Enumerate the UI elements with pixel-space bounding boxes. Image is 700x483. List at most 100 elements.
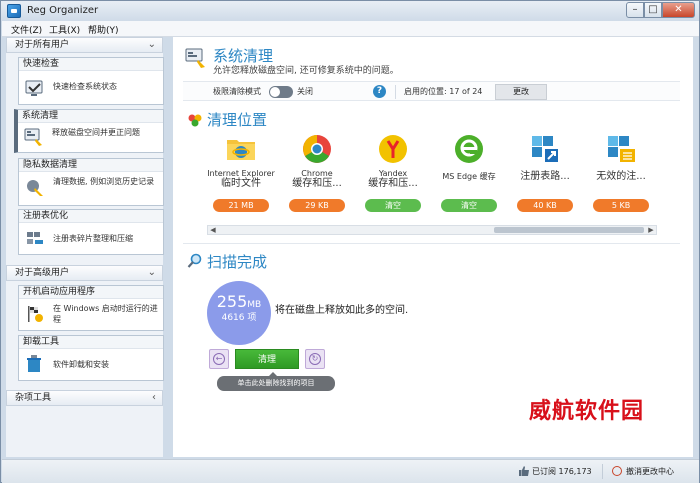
result-size: 255MB	[216, 292, 262, 311]
scroll-right-icon[interactable]: ▶	[646, 226, 656, 234]
chevron-down-icon: ⌄	[147, 39, 156, 50]
scroll-left-icon[interactable]: ◀	[208, 226, 218, 234]
sidebar-item-desc: 软件卸载和安装	[53, 360, 109, 369]
enabled-locations-label: 启用的位置: 17 of 24	[404, 87, 483, 96]
monitor-check-icon	[25, 80, 43, 96]
minimize-button[interactable]: –	[626, 2, 644, 18]
title-bar[interactable]: Reg Organizer – □ ✕	[1, 1, 699, 21]
location-registry-paths[interactable]: 注册表路... 40 KB	[507, 133, 583, 223]
sidebar-section-misc[interactable]: 杂项工具 ‹	[6, 390, 163, 406]
back-button[interactable]: ←	[209, 349, 229, 369]
location-line2: 注册表路...	[520, 171, 570, 182]
location-size-badge: 40 KB	[517, 199, 573, 212]
toggle-knob	[270, 87, 280, 97]
menu-help[interactable]: 帮助(Y)	[88, 23, 119, 36]
ms-edge-icon	[455, 135, 483, 163]
arrow-left-icon: ←	[213, 353, 225, 365]
chevron-down-icon: ⌄	[147, 267, 156, 278]
sidebar-item-desc: 释放磁盘空间并更正问题	[52, 128, 140, 137]
maximize-button[interactable]: □	[644, 2, 662, 18]
location-line2: 缓存和压...	[292, 178, 342, 189]
app-logo-icon	[7, 4, 21, 18]
section-label: 杂项工具	[15, 393, 52, 403]
sidebar-item-desc: 快速检查系统状态	[53, 82, 117, 91]
cleaning-toolbar: 极限清除模式 关闭 ? 启用的位置: 17 of 24 更改	[183, 81, 680, 101]
registry-grid-icon	[608, 136, 635, 162]
location-size-badge: 29 KB	[289, 199, 345, 212]
privacy-broom-icon	[27, 180, 43, 196]
location-yandex[interactable]: Yandex 缓存和压... 清空	[355, 133, 431, 223]
refresh-icon: ↻	[309, 353, 321, 365]
location-invalid-registry[interactable]: 无效的注... 5 KB	[583, 133, 659, 223]
location-size-badge: 5 KB	[593, 199, 649, 212]
menu-file[interactable]: 文件(Z)	[11, 23, 42, 36]
sidebar-item-title: 注册表优化	[19, 210, 163, 223]
sidebar-item-uninstaller[interactable]: 卸载工具 软件卸载和安装	[18, 335, 164, 381]
page-subtitle: 允许您释放磁盘空间, 还可修复系统中的问题。	[213, 66, 399, 76]
sidebar-item-title: 开机启动应用程序	[19, 286, 163, 299]
main-panel: 系统清理 允许您释放磁盘空间, 还可修复系统中的问题。 极限清除模式 关闭 ? …	[173, 37, 693, 457]
location-line2: MS Edge 缓存	[442, 172, 496, 181]
location-line2: 无效的注...	[596, 171, 646, 182]
sidebar-section-advanced[interactable]: 对于高级用户 ⌄	[6, 265, 163, 281]
sidebar-item-privacy[interactable]: 隐私数据清理 清理数据, 例如浏览历史记录	[18, 158, 164, 206]
section-label: 对于所有用户	[15, 40, 70, 50]
sidebar-item-system-cleaning[interactable]: 系统清理 释放磁盘空间并更正问题	[14, 109, 164, 153]
menu-tools[interactable]: 工具(X)	[49, 23, 80, 36]
result-description: 将在磁盘上释放如此多的空间.	[275, 305, 409, 316]
sidebar-item-desc: 注册表碎片整理和压缩	[53, 234, 133, 243]
sidebar-item-title: 隐私数据清理	[19, 159, 163, 172]
extreme-mode-toggle[interactable]	[269, 86, 293, 98]
close-button[interactable]: ✕	[662, 2, 695, 18]
rescan-button[interactable]: ↻	[305, 349, 325, 369]
status-bar: 已订阅 176,173 撤消更改中心	[2, 459, 699, 483]
sidebar-item-title: 系统清理	[18, 110, 163, 123]
window-title: Reg Organizer	[27, 5, 99, 16]
sidebar-item-title: 快速检查	[19, 58, 163, 71]
toolbar-divider	[395, 85, 396, 99]
registry-cubes-icon	[532, 136, 558, 162]
broom-monitor-icon	[24, 128, 42, 146]
yandex-icon	[379, 135, 407, 163]
undo-center-icon	[612, 466, 622, 476]
status-divider	[602, 464, 603, 479]
result-item-count: 4616 项	[221, 313, 257, 323]
locations-title: 清理位置	[207, 111, 268, 129]
sidebar-item-desc: 清理数据, 例如浏览历史记录	[53, 177, 155, 186]
location-size-badge: 21 MB	[213, 199, 269, 212]
clean-button[interactable]: 清理	[235, 349, 299, 369]
subscribers-count[interactable]: 已订阅 176,173	[532, 466, 592, 477]
sidebar-section-all-users[interactable]: 对于所有用户 ⌄	[6, 37, 163, 53]
undo-changes-center-link[interactable]: 撤消更改中心	[626, 466, 674, 477]
scrollbar-thumb[interactable]	[494, 227, 644, 233]
cleaning-locations: Internet Explorer 临时文件 21 MB Chrome 缓存和压…	[203, 133, 653, 225]
registry-blocks-icon	[27, 232, 43, 244]
location-chrome[interactable]: Chrome 缓存和压... 29 KB	[279, 133, 355, 223]
folder-ie-icon	[227, 140, 255, 160]
trash-box-icon	[27, 355, 41, 372]
clean-tooltip: 单击此处删除找到的项目	[217, 372, 335, 391]
location-ms-edge[interactable]: MS Edge 缓存 清空	[431, 133, 507, 223]
sidebar-item-quick-check[interactable]: 快速检查 快速检查系统状态	[18, 57, 164, 105]
thumbs-up-icon	[519, 466, 529, 476]
location-line2: 缓存和压...	[368, 178, 418, 189]
magnifier-icon	[187, 253, 202, 268]
startup-flag-icon	[28, 306, 43, 322]
sidebar-item-title: 卸载工具	[19, 336, 163, 349]
toggle-state-label: 关闭	[297, 87, 313, 96]
locations-scrollbar[interactable]: ◀ ▶	[207, 225, 657, 235]
help-icon[interactable]: ?	[373, 85, 386, 98]
sidebar-item-registry-optimization[interactable]: 注册表优化 注册表碎片整理和压缩	[18, 209, 164, 255]
section-label: 对于高级用户	[15, 268, 70, 278]
chevron-left-icon: ‹	[152, 392, 156, 403]
scan-result-circle: 255MB 4616 项	[207, 281, 271, 345]
sidebar: 对于所有用户 ⌄ 快速检查 快速检查系统状态 系统清理 释放磁盘空间并更正问题 …	[6, 37, 164, 457]
extreme-mode-label: 极限清除模式	[213, 87, 261, 96]
app-window: Reg Organizer – □ ✕ 文件(Z) 工具(X) 帮助(Y) 对于…	[0, 0, 700, 483]
location-internet-explorer[interactable]: Internet Explorer 临时文件 21 MB	[203, 133, 279, 223]
change-locations-button[interactable]: 更改	[495, 84, 547, 100]
section-divider	[183, 243, 680, 244]
sidebar-item-startup[interactable]: 开机启动应用程序 在 Windows 启动时运行的进程	[18, 285, 164, 331]
menu-bar: 文件(Z) 工具(X) 帮助(Y)	[2, 21, 699, 37]
location-pin-icon	[188, 114, 202, 127]
